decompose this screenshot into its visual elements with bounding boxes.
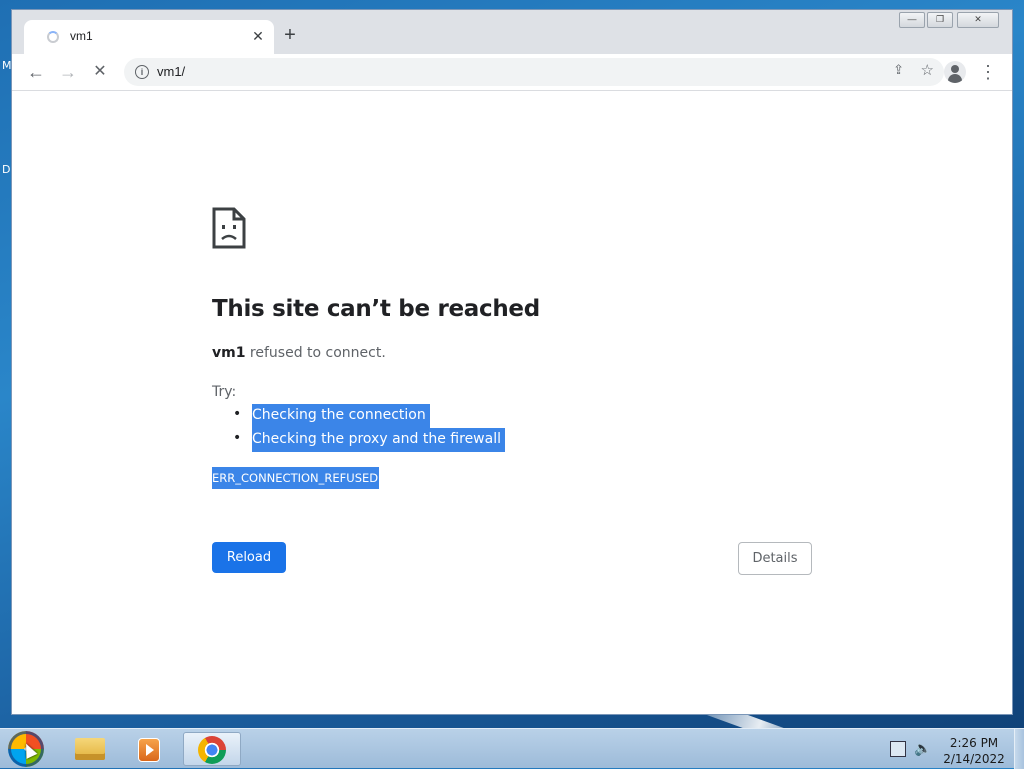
address-bar[interactable]: i vm1/ ⇪ ☆ xyxy=(124,58,944,86)
chrome-icon xyxy=(198,736,226,764)
bookmark-star-icon[interactable]: ☆ xyxy=(921,61,934,79)
tab-vm1[interactable]: vm1 ✕ xyxy=(24,20,274,54)
close-window-button[interactable]: ✕ xyxy=(957,12,999,28)
tab-title: vm1 xyxy=(70,29,93,43)
try-label: Try: xyxy=(212,384,237,400)
media-player-icon xyxy=(138,738,160,762)
host-name: vm1 xyxy=(212,345,246,361)
tab-strip: vm1 ✕ + — ❐ ✕ xyxy=(12,10,1012,54)
taskbar-chrome-button[interactable] xyxy=(183,732,241,766)
show-desktop-button[interactable] xyxy=(1014,729,1024,769)
browser-menu-icon[interactable]: ⋮ xyxy=(978,60,998,84)
taskbar-media-player-button[interactable] xyxy=(120,732,178,766)
clock-date: 2/14/2022 xyxy=(943,752,1005,766)
restore-button[interactable]: ❐ xyxy=(927,12,953,28)
forward-button[interactable]: → xyxy=(56,60,80,84)
taskbar: 🔈 2:26 PM 2/14/2022 xyxy=(0,728,1024,769)
reload-button[interactable]: Reload xyxy=(212,542,286,573)
profile-avatar-icon[interactable] xyxy=(944,61,966,83)
folder-icon xyxy=(75,738,105,760)
volume-icon[interactable]: 🔈 xyxy=(914,740,931,757)
details-button[interactable]: Details xyxy=(738,542,812,575)
share-icon[interactable]: ⇪ xyxy=(893,62,904,78)
back-button[interactable]: ← xyxy=(24,60,48,84)
tab-close-icon[interactable]: ✕ xyxy=(248,26,268,46)
error-summary: vm1 refused to connect. xyxy=(212,345,386,361)
system-clock[interactable]: 2:26 PM 2/14/2022 xyxy=(934,735,1014,767)
sad-page-icon xyxy=(212,207,246,249)
stop-loading-button[interactable]: ✕ xyxy=(88,60,112,84)
network-icon[interactable] xyxy=(890,741,906,757)
loading-spinner-icon xyxy=(47,31,59,43)
suggestion-text: Checking the connection xyxy=(252,404,430,428)
url-text[interactable]: vm1/ xyxy=(157,64,185,79)
summary-text: refused to connect. xyxy=(245,345,386,361)
taskbar-explorer-button[interactable] xyxy=(60,732,118,766)
suggestion-text: Checking the proxy and the firewall xyxy=(252,428,505,452)
window-controls: — ❐ ✕ xyxy=(897,12,999,28)
suggestion-list: Checking the connection Checking the pro… xyxy=(212,404,505,452)
site-info-icon[interactable]: i xyxy=(135,65,149,79)
browser-window: vm1 ✕ + — ❐ ✕ ← → ✕ i vm1/ ⇪ ☆ ⋮ This si… xyxy=(11,9,1013,715)
list-item: Checking the connection xyxy=(212,404,505,428)
clock-time: 2:26 PM xyxy=(949,736,999,750)
error-page: This site can’t be reached vm1 refused t… xyxy=(12,91,1012,714)
list-item: Checking the proxy and the firewall xyxy=(212,428,505,452)
error-code: ERR_CONNECTION_REFUSED xyxy=(212,467,380,489)
new-tab-button[interactable]: + xyxy=(278,24,302,48)
minimize-button[interactable]: — xyxy=(899,12,925,28)
error-title: This site can’t be reached xyxy=(212,296,540,322)
browser-toolbar: ← → ✕ i vm1/ ⇪ ☆ ⋮ xyxy=(12,54,1012,91)
desktop-icon-label-fragment: D xyxy=(2,163,11,176)
